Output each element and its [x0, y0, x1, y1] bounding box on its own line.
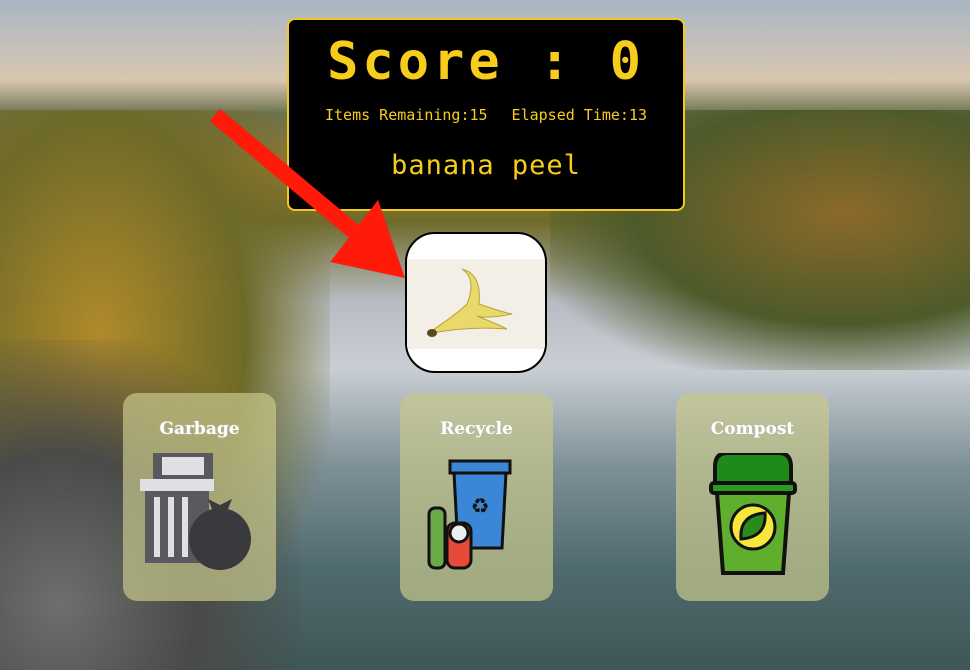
garbage-can-icon: [139, 453, 251, 570]
bin-label: Recycle: [440, 419, 513, 439]
bin-compost[interactable]: Compost: [676, 393, 829, 601]
compost-bin-icon: [708, 451, 797, 575]
banana-peel-image: [407, 259, 545, 349]
recycle-bin-icon: ♻: [427, 459, 511, 570]
svg-text:♻: ♻: [471, 487, 488, 520]
bin-label: Garbage: [159, 419, 240, 439]
draggable-item-banana-peel[interactable]: [405, 232, 547, 373]
bin-label: Compost: [710, 419, 795, 439]
bin-recycle[interactable]: Recycle ♻: [400, 393, 553, 601]
bin-garbage[interactable]: Garbage: [123, 393, 276, 601]
